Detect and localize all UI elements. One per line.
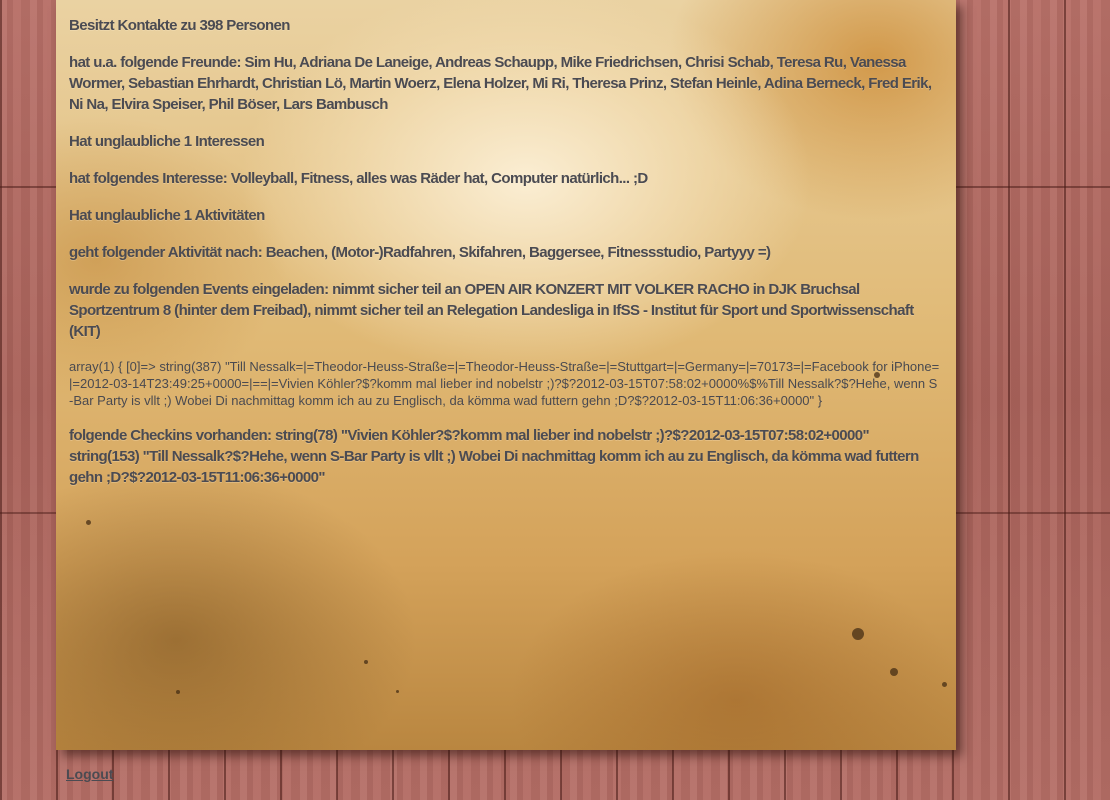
interests-count: Hat unglaubliche 1 Interessen: [69, 133, 265, 150]
parchment-panel: Besitzt Kontakte zu 398 Personen hat u.a…: [56, 0, 956, 750]
interests-list: hat folgendes Interesse: Volleyball, Fit…: [69, 170, 648, 187]
ink-speck: [364, 660, 368, 664]
ink-speck: [942, 682, 947, 687]
activities-list: geht folgender Aktivität nach: Beachen, …: [69, 244, 771, 261]
ink-speck: [396, 690, 399, 693]
checkins-list: folgende Checkins vorhanden: string(78) …: [69, 427, 919, 486]
ink-speck: [852, 628, 864, 640]
friends-list: hat u.a. folgende Freunde: Sim Hu, Adria…: [69, 54, 932, 113]
logout-link[interactable]: Logout: [66, 766, 113, 782]
debug-dump: array(1) { [0]=> string(387) "Till Nessa…: [69, 359, 940, 408]
profile-summary: Besitzt Kontakte zu 398 Personen hat u.a…: [69, 15, 941, 504]
ink-speck: [176, 690, 180, 694]
activities-count: Hat unglaubliche 1 Aktivitäten: [69, 207, 265, 224]
contacts-count: Besitzt Kontakte zu 398 Personen: [69, 17, 290, 34]
ink-speck: [86, 520, 91, 525]
ink-speck: [890, 668, 898, 676]
events-list: wurde zu folgenden Events eingeladen: ni…: [69, 281, 914, 340]
